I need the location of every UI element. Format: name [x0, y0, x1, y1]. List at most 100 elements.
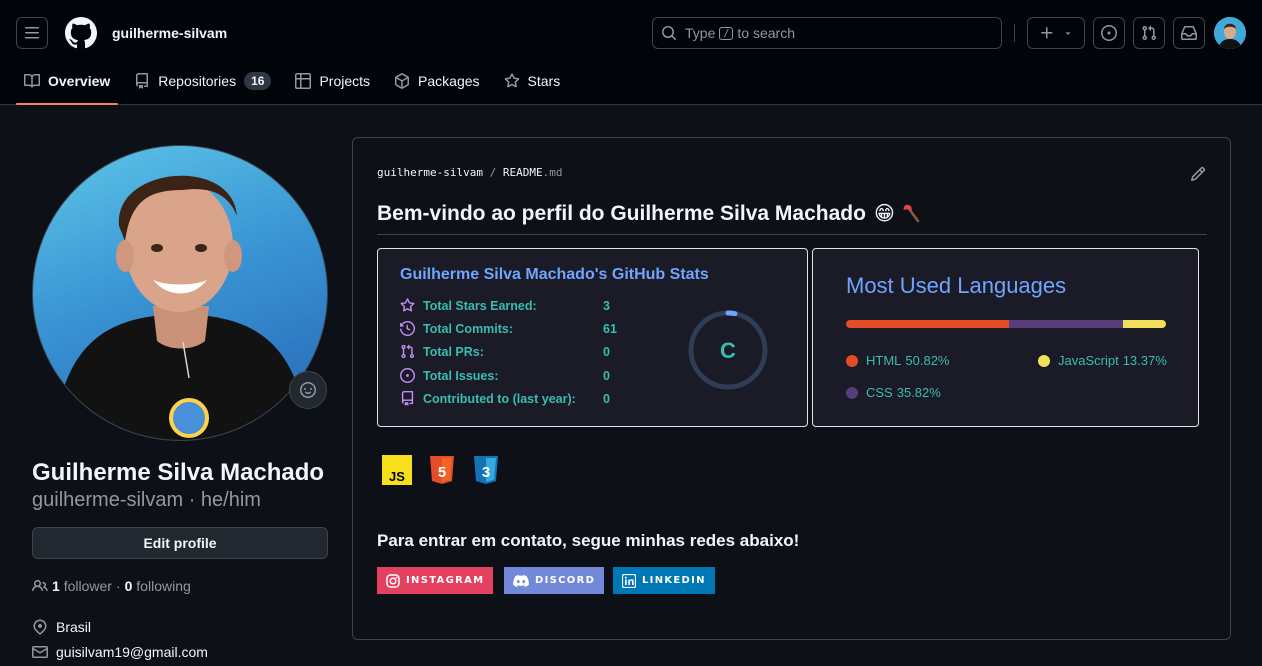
tab-projects[interactable]: Projects — [287, 64, 378, 98]
languages-progress-bar — [846, 320, 1166, 328]
set-status-button[interactable] — [289, 371, 327, 409]
css3-icon: 3 — [474, 456, 498, 484]
profile-avatar[interactable] — [32, 145, 328, 441]
language-percent: 35.82% — [896, 385, 941, 400]
table-icon — [295, 73, 312, 89]
readme-crumb-ext: .md — [542, 166, 563, 179]
tab-stars[interactable]: Stars — [496, 64, 569, 98]
discord-icon — [513, 574, 529, 587]
discord-badge-label: DISCORD — [535, 575, 596, 586]
search-shortcut-key: / — [719, 26, 734, 40]
location-icon — [33, 619, 47, 635]
issue-opened-icon — [1101, 25, 1117, 41]
linkedin-badge-label: LINKEDIN — [642, 575, 706, 586]
readme-heading: Bem-vindo ao perfil do Guilherme Silva M… — [377, 201, 1207, 235]
stats-card-title: Guilherme Silva Machado's GitHub Stats — [400, 266, 709, 283]
triangle-down-icon — [1065, 32, 1071, 35]
stat-value: 61 — [603, 321, 617, 336]
book-icon — [24, 73, 40, 88]
user-avatar-small[interactable] — [1214, 17, 1246, 49]
language-html: HTML 50.82% — [846, 353, 949, 368]
following-count: 0 — [124, 578, 133, 594]
following-link[interactable]: 0 following — [125, 578, 191, 594]
axe-icon — [903, 204, 920, 222]
repo-icon — [401, 391, 414, 406]
language-css: CSS 35.82% — [846, 385, 941, 400]
pull-requests-button[interactable] — [1133, 17, 1165, 49]
top-languages-card: Most Used Languages HTML 50.82% CSS 35.8… — [812, 248, 1199, 427]
discord-badge[interactable]: DISCORD — [504, 567, 605, 594]
stat-stars: Total Stars Earned: 3 — [400, 298, 610, 313]
tab-repositories-label: Repositories — [158, 73, 237, 89]
profile-email: guisilvam19@gmail.com — [32, 644, 208, 660]
stat-value: 3 — [603, 298, 610, 313]
stat-value: 0 — [603, 368, 610, 383]
tab-projects-label: Projects — [319, 73, 371, 89]
contact-heading: Para entrar em contato, segue minhas red… — [377, 531, 800, 550]
tab-overview-label: Overview — [48, 73, 111, 89]
plus-icon — [1041, 27, 1053, 39]
edit-profile-button[interactable]: Edit profile — [32, 527, 328, 559]
profile-tabs: Overview Repositories 16 Projects Packag… — [16, 64, 576, 105]
language-color-dot — [1038, 354, 1050, 367]
follow-stats: 1 follower · 0 following — [32, 578, 191, 594]
readme-crumb-user[interactable]: guilherme-silvam — [377, 166, 483, 179]
stat-value: 0 — [603, 391, 610, 406]
pull-request-icon — [401, 344, 415, 359]
svg-text:3: 3 — [482, 464, 490, 481]
html5-icon: 5 — [430, 456, 454, 484]
git-pull-request-icon — [1142, 25, 1157, 41]
language-percent: 50.82% — [905, 353, 950, 368]
menu-button[interactable] — [16, 17, 48, 49]
repositories-count-badge: 16 — [244, 72, 272, 90]
languages-card-title: Most Used Languages — [846, 273, 1067, 298]
instagram-badge[interactable]: INSTAGRAM — [377, 567, 494, 594]
tab-packages-label: Packages — [418, 73, 480, 89]
tab-packages[interactable]: Packages — [386, 64, 487, 98]
grin-emoji: 😁 — [873, 203, 895, 225]
stat-value: 0 — [603, 344, 610, 359]
stat-label: Contributed to (last year): — [423, 391, 576, 406]
smiley-icon — [300, 382, 316, 398]
search-icon — [662, 26, 676, 40]
language-name: JavaScript — [1058, 353, 1119, 368]
linkedin-badge[interactable]: LINKEDIN — [613, 567, 715, 594]
profile-location: Brasil — [32, 619, 91, 635]
profile-readme: guilherme-silvam / README.md Bem-vindo a… — [352, 137, 1231, 640]
language-name: HTML — [866, 353, 902, 368]
inbox-button[interactable] — [1173, 17, 1205, 49]
pencil-icon[interactable] — [1190, 166, 1206, 182]
language-color-dot — [846, 386, 858, 399]
avatar-photo-icon — [1214, 17, 1246, 49]
followers-link[interactable]: 1 follower — [52, 578, 112, 594]
language-javascript: JavaScript 13.37% — [1038, 353, 1167, 368]
search-input[interactable]: Type / to search — [652, 17, 1002, 49]
profile-photo-icon — [53, 175, 309, 440]
email-link[interactable]: guisilvam19@gmail.com — [56, 644, 208, 660]
language-percent: 13.37% — [1122, 353, 1167, 368]
tab-repositories[interactable]: Repositories 16 — [126, 64, 279, 98]
profile-fullname: Guilherme Silva Machado — [32, 459, 325, 486]
github-logo-icon[interactable] — [65, 17, 97, 49]
svg-text:JS: JS — [389, 469, 405, 484]
language-bar-segment — [1123, 320, 1166, 328]
create-new-button[interactable] — [1027, 17, 1085, 49]
svg-text:5: 5 — [438, 464, 446, 481]
star-icon — [504, 73, 519, 88]
stat-label: Total PRs: — [423, 344, 484, 359]
linkedin-icon — [622, 573, 636, 588]
instagram-icon — [386, 573, 400, 588]
followers-label: follower — [63, 578, 112, 594]
readme-heading-text: Bem-vindo ao perfil do Guilherme Silva M… — [377, 201, 866, 225]
search-placeholder-suffix: to search — [737, 25, 795, 41]
readme-crumb-file: README — [502, 166, 543, 179]
issues-button[interactable] — [1093, 17, 1125, 49]
repo-icon — [136, 73, 149, 89]
profile-login: guilherme-silvam · he/him — [32, 489, 261, 511]
location-text: Brasil — [56, 619, 92, 635]
header-username[interactable]: guilherme-silvam — [112, 25, 227, 41]
stat-issues: Total Issues: 0 — [400, 368, 610, 383]
readme-crumb-separator: / — [489, 166, 497, 179]
tab-overview[interactable]: Overview — [16, 64, 119, 105]
language-color-dot — [846, 354, 858, 367]
